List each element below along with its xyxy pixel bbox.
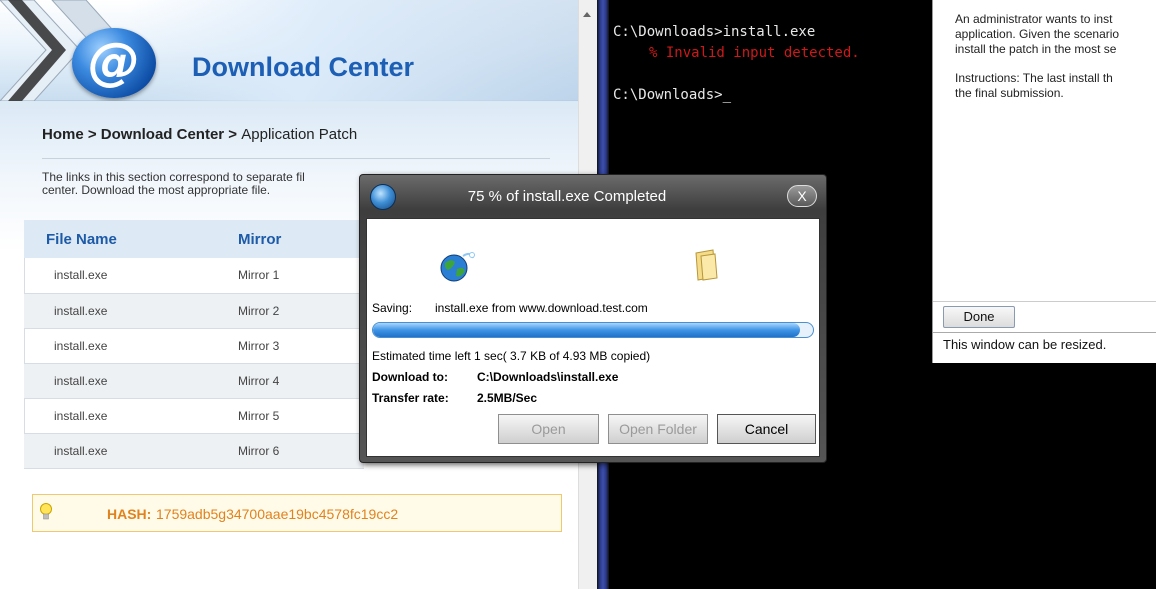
instructions-divider [933,301,1156,302]
hash-box: HASH: 1759adb5g34700aae19bc4578fc19cc2 [32,494,562,532]
scenario-paragraph: An administrator wants to inst applicati… [955,12,1120,56]
file-name-cell: install.exe [24,328,238,364]
hash-label: HASH: [107,506,152,522]
terminal-error-line: % Invalid input detected. [649,45,860,61]
dialog-titlebar[interactable]: 75 % of install.exe Completed X [360,175,826,217]
close-button[interactable]: X [787,185,817,207]
saving-value: install.exe from www.download.test.com [435,301,648,315]
instructions-window: An administrator wants to inst applicati… [932,0,1156,363]
column-header-file-name: File Name [24,220,238,258]
terminal-prompt: C:\Downloads> [613,87,723,103]
cancel-button[interactable]: Cancel [717,414,816,444]
instructions-divider [933,332,1156,333]
intro-line: center. Download the most appropriate fi… [42,183,271,197]
table-row[interactable]: install.exe Mirror 6 [24,433,364,469]
lightbulb-icon [40,503,52,520]
file-name-cell: install.exe [24,363,238,399]
table-row[interactable]: install.exe Mirror 1 [24,258,364,294]
mirror-link[interactable]: Mirror 3 [238,328,364,364]
terminal-command-line: C:\Downloads>install.exe [613,24,816,40]
logo-text: @ [88,32,140,92]
table-row[interactable]: install.exe Mirror 3 [24,328,364,364]
dialog-body: Saving: install.exe from www.download.te… [366,218,820,457]
saving-label: Saving: [372,301,413,315]
breadcrumb-download-center[interactable]: Download Center [101,126,224,143]
globe-icon [440,252,475,282]
table-row[interactable]: install.exe Mirror 4 [24,363,364,399]
mirror-link[interactable]: Mirror 2 [238,293,364,329]
download-progress-bar [372,322,814,338]
column-header-mirror: Mirror [238,220,364,258]
terminal-cursor: _ [722,87,732,103]
table-header-row: File Name Mirror [24,220,364,258]
folder-icon [695,249,718,281]
download-progress-fill [373,323,800,337]
intro-text: The links in this section correspond to … [42,171,352,197]
scroll-up-arrow-icon[interactable] [583,12,591,17]
done-button[interactable]: Done [943,306,1015,328]
file-name-cell: install.exe [24,433,238,469]
download-center-banner: @ Download Center [0,0,580,101]
table-row[interactable]: install.exe Mirror 2 [24,293,364,329]
open-folder-button[interactable]: Open Folder [608,414,708,444]
download-to-label: Download to: [372,370,448,384]
mirror-link[interactable]: Mirror 1 [238,258,364,294]
banner-streak [130,0,580,101]
file-name-cell: install.exe [24,398,238,434]
breadcrumb-home[interactable]: Home [42,126,84,143]
instructions-paragraph: Instructions: The last install th the fi… [955,71,1113,100]
breadcrumb-separator: > [224,126,242,143]
mirror-link[interactable]: Mirror 6 [238,433,364,469]
breadcrumb: Home > Download Center > Application Pat… [42,126,357,143]
transfer-rate-value: 2.5MB/Sec [477,391,538,405]
breadcrumb-divider [42,158,550,159]
mirror-link[interactable]: Mirror 4 [238,363,364,399]
file-table: File Name Mirror install.exe Mirror 1 in… [24,220,364,469]
resize-note: This window can be resized. [943,337,1107,352]
mirror-link[interactable]: Mirror 5 [238,398,364,434]
download-progress-dialog[interactable]: 75 % of install.exe Completed X Saving: … [359,174,827,463]
hash-value: 1759adb5g34700aae19bc4578fc19cc2 [156,506,399,522]
at-sign-logo: @ [72,28,156,98]
terminal-prompt-line[interactable]: C:\Downloads>_ [613,87,731,103]
estimated-time-text: Estimated time left 1 sec( 3.7 KB of 4.9… [372,349,651,363]
table-row[interactable]: install.exe Mirror 5 [24,398,364,434]
breadcrumb-separator: > [83,126,101,143]
file-name-cell: install.exe [24,258,238,294]
instructions-text: An administrator wants to inst applicati… [955,12,1156,115]
download-to-value: C:\Downloads\install.exe [477,370,619,384]
breadcrumb-current: Application Patch [241,126,358,143]
file-name-cell: install.exe [24,293,238,329]
transfer-rate-label: Transfer rate: [372,391,449,405]
banner-title: Download Center [192,52,415,82]
dialog-title: 75 % of install.exe Completed [467,188,667,205]
open-button[interactable]: Open [498,414,599,444]
